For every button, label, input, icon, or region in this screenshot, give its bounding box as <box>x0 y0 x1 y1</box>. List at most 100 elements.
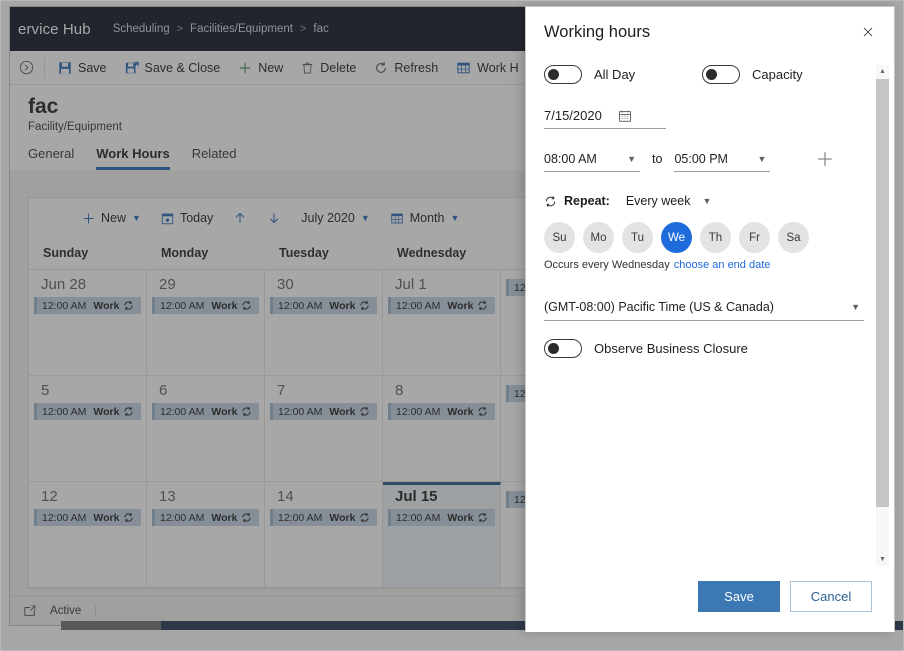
calendar-day-number: 7 <box>277 382 286 399</box>
time-range-separator-label: to <box>652 152 663 166</box>
scroll-up-icon[interactable]: ▲ <box>876 65 889 78</box>
calendar-event[interactable]: 12:00 AM Work <box>388 403 495 420</box>
weekday-circle-sa[interactable]: Sa <box>778 222 809 253</box>
calendar-event[interactable]: 12:00 AM Work <box>388 509 495 526</box>
calendar-day-cell[interactable]: Jul 1 12:00 AM Work <box>383 270 501 375</box>
timezone-select[interactable]: (GMT-08:00) Pacific Time (US & Canada) ▼ <box>544 293 864 321</box>
weekday-circle-fr[interactable]: Fr <box>739 222 770 253</box>
weekday-circle-su[interactable]: Su <box>544 222 575 253</box>
calendar-period-selector[interactable]: July 2020 ▼ <box>292 204 378 232</box>
refresh-button[interactable]: Refresh <box>365 53 447 83</box>
work-hours-button[interactable]: Work H <box>447 53 527 83</box>
calendar-event[interactable]: 12:00 AM Work <box>34 403 141 420</box>
recurrence-icon <box>241 300 252 311</box>
calendar-new-button[interactable]: New ▼ <box>73 204 150 232</box>
occurrence-text: Occurs every Wednesday <box>544 259 670 271</box>
recurrence-icon <box>477 512 488 523</box>
app-name: ervice Hub <box>18 20 91 38</box>
delete-button-label: Delete <box>320 60 357 75</box>
repeat-value[interactable]: Every week <box>626 194 691 208</box>
all-day-toggle[interactable]: All Day <box>544 65 702 84</box>
date-input[interactable]: 7/15/2020 <box>544 103 666 129</box>
breadcrumb-item-scheduling[interactable]: Scheduling <box>113 23 170 35</box>
recurrence-icon <box>544 195 557 208</box>
calendar-event[interactable]: 12:00 AM Work <box>34 509 141 526</box>
calendar-day-number: Jun 28 <box>41 276 87 293</box>
weekday-circle-th[interactable]: Th <box>700 222 731 253</box>
calendar-day-cell[interactable]: 14 12:00 AM Work <box>265 482 383 587</box>
calendar-day-cell[interactable]: 8 12:00 AM Work <box>383 376 501 481</box>
calendar-day-cell[interactable]: Jul 15 12:00 AM Work <box>383 482 501 587</box>
delete-button[interactable]: Delete <box>292 53 365 83</box>
calendar-day-number: Jul 1 <box>395 276 427 293</box>
start-time-value: 08:00 AM <box>544 151 597 166</box>
calendar-event[interactable]: 12:00 AM Work <box>270 297 377 314</box>
weekday-header-tuesday: Tuesday <box>279 246 329 260</box>
new-button[interactable]: New <box>229 53 292 83</box>
panel-scrollbar[interactable]: ▲ ▼ <box>876 65 889 566</box>
calendar-day-cell[interactable]: 7 12:00 AM Work <box>265 376 383 481</box>
add-time-range-button[interactable] <box>812 146 838 172</box>
capacity-switch[interactable] <box>702 65 740 84</box>
calendar-day-cell[interactable]: 30 12:00 AM Work <box>265 270 383 375</box>
capacity-toggle[interactable]: Capacity <box>702 65 803 84</box>
weekday-circle-we[interactable]: We <box>661 222 692 253</box>
scroll-down-icon[interactable]: ▼ <box>876 553 889 566</box>
event-title: Work <box>211 511 238 524</box>
screenshot-root: ervice Hub Scheduling > Facilities/Equip… <box>0 0 904 651</box>
calendar-day-cell[interactable]: 12 12:00 AM Work <box>29 482 147 587</box>
refresh-icon <box>374 61 388 75</box>
calendar-event[interactable]: 12:00 AM Work <box>152 403 259 420</box>
recurrence-icon <box>123 406 134 417</box>
choose-end-date-link[interactable]: choose an end date <box>674 259 771 271</box>
tab-general[interactable]: General <box>28 146 74 170</box>
breadcrumb-item-facilities[interactable]: Facilities/Equipment <box>190 23 293 35</box>
plus-icon <box>82 212 95 225</box>
calendar-event[interactable]: 12:00 AM Work <box>152 509 259 526</box>
breadcrumb-item-fac[interactable]: fac <box>313 23 328 35</box>
panel-header: Working hours <box>526 7 894 57</box>
calendar-day-cell[interactable]: Jun 28 12:00 AM Work <box>29 270 147 375</box>
save-button[interactable]: Save <box>698 580 780 612</box>
weekday-circle-tu[interactable]: Tu <box>622 222 653 253</box>
calendar-day-number: 5 <box>41 382 50 399</box>
all-day-switch[interactable] <box>544 65 582 84</box>
chevron-down-icon[interactable]: ▼ <box>702 196 711 206</box>
calendar-day-cell[interactable]: 13 12:00 AM Work <box>147 482 265 587</box>
calendar-event[interactable]: 12:00 AM Work <box>270 509 377 526</box>
calendar-icon[interactable] <box>618 109 632 123</box>
event-title: Work <box>211 299 238 312</box>
refresh-button-label: Refresh <box>394 60 439 75</box>
start-time-select[interactable]: 08:00 AM ▼ <box>544 146 640 172</box>
open-record-icon[interactable] <box>10 604 50 618</box>
calendar-next-button[interactable] <box>258 204 290 232</box>
tab-related[interactable]: Related <box>192 146 237 170</box>
panel-footer: Save Cancel <box>526 570 894 632</box>
calendar-today-button[interactable]: Today <box>152 204 222 232</box>
collapse-nav-icon[interactable] <box>10 60 42 75</box>
save-close-icon <box>125 61 139 75</box>
cancel-button[interactable]: Cancel <box>790 580 872 612</box>
business-closure-switch[interactable] <box>544 339 582 358</box>
save-button[interactable]: Save <box>49 53 116 83</box>
calendar-day-cell[interactable]: 29 12:00 AM Work <box>147 270 265 375</box>
tab-work-hours[interactable]: Work Hours <box>96 146 170 170</box>
calendar-day-cell[interactable]: 5 12:00 AM Work <box>29 376 147 481</box>
scrollbar-thumb[interactable] <box>876 79 889 507</box>
recurrence-icon <box>477 300 488 311</box>
end-time-select[interactable]: 05:00 PM ▼ <box>674 146 771 172</box>
breadcrumb-separator-icon: > <box>299 23 307 35</box>
grid-icon <box>390 212 404 225</box>
calendar-event[interactable]: 12:00 AM Work <box>388 297 495 314</box>
close-icon[interactable] <box>854 18 882 46</box>
save-and-close-button[interactable]: Save & Close <box>116 53 230 83</box>
switch-knob <box>548 69 559 80</box>
calendar-prev-button[interactable] <box>224 204 256 232</box>
calendar-event[interactable]: 12:00 AM Work <box>270 403 377 420</box>
calendar-day-cell[interactable]: 6 12:00 AM Work <box>147 376 265 481</box>
calendar-event[interactable]: 12:00 AM Work <box>152 297 259 314</box>
calendar-event[interactable]: 12:00 AM Work <box>34 297 141 314</box>
calendar-view-selector[interactable]: Month ▼ <box>381 204 469 232</box>
observe-business-closure-toggle[interactable]: Observe Business Closure <box>544 339 864 358</box>
weekday-circle-mo[interactable]: Mo <box>583 222 614 253</box>
